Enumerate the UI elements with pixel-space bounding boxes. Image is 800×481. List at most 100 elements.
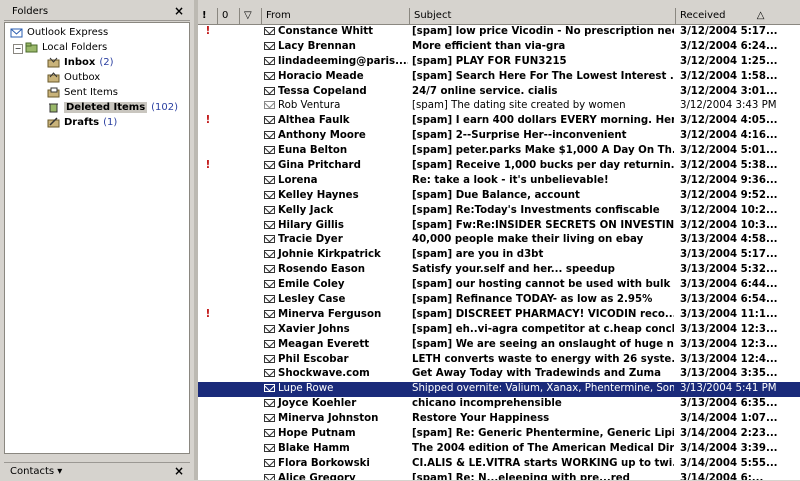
message-row[interactable]: Johnie Kirkpatrick [spam] are you in d3bt… — [198, 248, 800, 263]
read-envelope-icon — [264, 101, 275, 110]
message-row[interactable]: Tessa Copeland 24/7 online service. ciali… — [198, 85, 800, 100]
sort-ascending-icon: △ — [756, 10, 765, 21]
message-row[interactable]: ! Minerva Ferguson [spam] DISCREET PHARMAC… — [198, 308, 800, 323]
message-row[interactable]: Lesley Case [spam] Refinance TODAY- as lo… — [198, 293, 800, 308]
message-received: 3/12/2004 10:3... — [680, 219, 778, 231]
folder-label: Drafts — [64, 117, 100, 128]
unread-envelope-icon — [264, 131, 275, 140]
message-sender: Constance Whitt — [264, 25, 408, 40]
message-row[interactable]: Rob Ventura [spam] The dating site create… — [198, 99, 800, 114]
message-row[interactable]: ! Althea Faulk [spam] I earn 400 dollars E… — [198, 114, 800, 129]
message-received: 3/12/2004 5:17... — [680, 26, 778, 37]
received-column-header[interactable]: Received △ — [676, 8, 800, 24]
message-row[interactable]: Minerva Johnston Restore Your Happiness 3/… — [198, 412, 800, 427]
contacts-pane-header[interactable]: Contacts ▾ × — [4, 462, 190, 481]
message-sender: Gina Pritchard — [264, 159, 408, 174]
close-icon[interactable]: × — [174, 4, 184, 18]
folder-local-folders[interactable]: Local Folders — [25, 40, 107, 55]
message-row[interactable]: Lupe Rowe Shipped overnite: Valium, Xanax… — [198, 382, 800, 398]
message-sender: Kelly Jack — [264, 204, 408, 219]
folder-outlook-express[interactable]: Outlook Express — [10, 25, 108, 40]
message-row[interactable]: Kelley Haynes [spam] Due Balance, account… — [198, 189, 800, 204]
message-row[interactable]: Hilary Gillis [spam] Fw:Re:INSIDER SECRET… — [198, 219, 800, 234]
message-row[interactable]: Meagan Everett [spam] We are seeing an on… — [198, 338, 800, 353]
from-column-header[interactable]: From — [262, 8, 410, 24]
sender-name: Joyce Koehler — [278, 398, 357, 410]
message-sender: Joyce Koehler — [264, 397, 408, 412]
message-row[interactable]: Joyce Koehler chicano incomprehensible 3/1… — [198, 397, 800, 412]
unread-count: (102) — [151, 102, 179, 113]
message-row[interactable]: Flora Borkowski CI.ALIS & LE.VITRA starts… — [198, 457, 800, 472]
message-row[interactable]: Blake Hamm The 2004 edition of The Americ… — [198, 442, 800, 457]
subject-column-header[interactable]: Subject — [410, 8, 676, 24]
message-received: 3/12/2004 1:58... — [680, 70, 778, 82]
priority-column-header[interactable]: ! — [198, 8, 218, 24]
message-row[interactable]: Lorena Re: take a look - it's unbelievabl… — [198, 174, 800, 189]
message-received: 3/13/2004 5:17... — [680, 249, 778, 261]
sender-name: Alice Gregory — [278, 472, 356, 480]
close-icon[interactable]: × — [174, 464, 184, 478]
message-row[interactable]: Hope Putnam [spam] Re: Generic Phentermin… — [198, 427, 800, 442]
message-subject: [spam] our hosting cannot be used with b… — [412, 279, 674, 291]
message-row[interactable]: Kelly Jack [spam] Re:Today's Investments … — [198, 204, 800, 219]
folder-inbox[interactable]: Inbox (2) — [47, 55, 114, 70]
collapse-icon[interactable]: − — [13, 44, 23, 54]
sender-name: Shockwave.com — [278, 368, 370, 380]
message-sender: lindadeeming@paris.... — [264, 55, 408, 70]
message-received: 3/13/2004 6:54... — [680, 294, 778, 306]
message-list-header: ! 0 ▽ From Subject Received △ — [198, 8, 800, 25]
attachment-column-header[interactable]: 0 — [218, 8, 240, 24]
message-received: 3/12/2004 1:25... — [680, 55, 778, 67]
message-received: 3/12/2004 4:16... — [680, 130, 778, 142]
message-row[interactable]: Shockwave.com Get Away Today with Tradewi… — [198, 367, 800, 382]
message-row[interactable]: Alice Gregory [spam] Re: N...eleeping wit… — [198, 472, 800, 480]
unread-envelope-icon — [264, 161, 275, 170]
message-subject: Re: take a look - it's unbelievable! — [412, 174, 609, 186]
message-subject: 40,000 people make their living on ebay — [412, 234, 644, 246]
sender-name: Tessa Copeland — [278, 85, 367, 97]
message-row[interactable]: Rosendo Eason Satisfy your.self and her..… — [198, 263, 800, 278]
unread-envelope-icon — [264, 354, 275, 363]
message-sender: Flora Borkowski — [264, 457, 408, 472]
contacts-title[interactable]: Contacts ▾ — [10, 466, 62, 477]
message-row[interactable]: Tracie Dyer 40,000 people make their livi… — [198, 233, 800, 248]
message-row[interactable]: Emile Coley [spam] our hosting cannot be … — [198, 278, 800, 293]
folder-label: Deleted Items — [64, 102, 148, 113]
folder-drafts[interactable]: Drafts (1) — [47, 115, 117, 130]
folder-deleted-items[interactable]: Deleted Items (102) — [47, 100, 178, 115]
message-sender: Euna Belton — [264, 144, 408, 159]
message-row[interactable]: Lacy Brennan More efficient than via-gra 3… — [198, 40, 800, 55]
message-received: 3/14/2004 3:39... — [680, 442, 778, 454]
sender-name: Lesley Case — [278, 294, 346, 306]
message-subject: [spam] eh..vi-agra competitor at c.heap … — [412, 323, 674, 335]
message-received: 3/12/2004 5:01... — [680, 145, 778, 157]
folder-outbox[interactable]: Outbox — [47, 70, 100, 85]
message-row[interactable]: Euna Belton [spam] peter.parks Make $1,00… — [198, 144, 800, 159]
sent-items-icon — [47, 87, 60, 98]
unread-envelope-icon — [264, 190, 275, 199]
message-received: 3/12/2004 6:24... — [680, 40, 778, 52]
message-received: 3/13/2004 12:4... — [680, 353, 778, 365]
message-row[interactable]: ! Gina Pritchard [spam] Receive 1,000 buck… — [198, 159, 800, 174]
flag-column-header[interactable]: ▽ — [240, 8, 262, 24]
priority-marker: ! — [205, 115, 211, 127]
folder-label: Local Folders — [42, 42, 108, 53]
received-header-label: Received — [680, 10, 726, 21]
unread-envelope-icon — [264, 369, 275, 378]
message-row[interactable]: Anthony Moore [spam] 2--Surprise Her--inc… — [198, 129, 800, 144]
folder-sent-items[interactable]: Sent Items — [47, 85, 118, 100]
message-row[interactable]: lindadeeming@paris.... [spam] PLAY FOR FU… — [198, 55, 800, 70]
message-received: 3/13/2004 6:35... — [680, 398, 778, 410]
message-subject: Satisfy your.self and her... speedup — [412, 264, 615, 276]
unread-envelope-icon — [264, 71, 275, 80]
message-row[interactable]: Horacio Meade [spam] Search Here For The … — [198, 70, 800, 85]
folders-pane: Folders × Outlook Express − Local Folder… — [0, 0, 194, 481]
message-row[interactable]: Xavier Johns [spam] eh..vi-agra competito… — [198, 323, 800, 338]
message-row[interactable]: Phil Escobar LETH converts waste to energ… — [198, 353, 800, 368]
message-row[interactable]: ! Constance Whitt [spam] low price Vicodin… — [198, 25, 800, 40]
unread-envelope-icon — [264, 280, 275, 289]
sender-name: Rosendo Eason — [278, 264, 366, 276]
unread-envelope-icon — [264, 41, 275, 50]
sender-name: Xavier Johns — [278, 323, 350, 335]
sender-name: Euna Belton — [278, 145, 348, 157]
